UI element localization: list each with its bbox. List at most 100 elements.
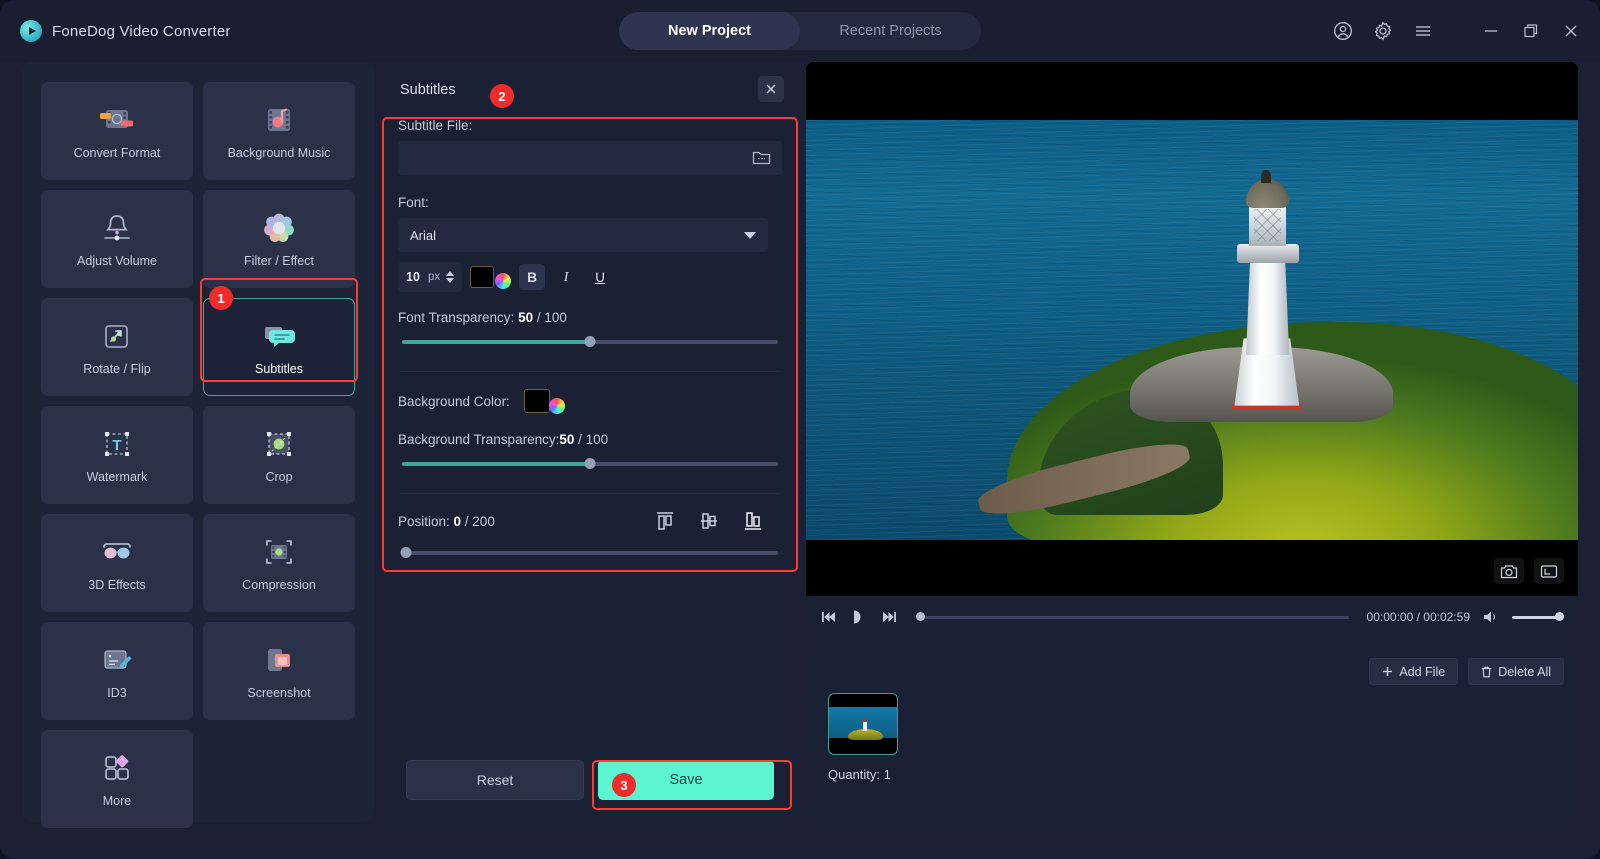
adjust-volume-icon [99, 211, 135, 245]
bold-button[interactable]: B [519, 264, 546, 290]
tab-recent-projects[interactable]: Recent Projects [800, 12, 981, 50]
filter-effect-icon [261, 211, 297, 245]
trash-icon [1481, 666, 1492, 678]
tool-label: Compression [242, 577, 316, 592]
font-color-swatch[interactable] [470, 266, 495, 288]
tool-3d-effects[interactable]: 3D Effects [41, 514, 193, 612]
delete-all-button[interactable]: Delete All [1468, 658, 1564, 685]
font-transparency-prefix: Font Transparency: [398, 310, 519, 325]
subtitles-panel: Subtitles 2 Subtitle File: Font: Arial 1… [382, 62, 798, 822]
skip-next-icon[interactable] [880, 608, 898, 626]
maximize-icon[interactable] [1520, 20, 1542, 42]
font-size-stepper[interactable]: 10 px [398, 262, 463, 292]
settings-gear-icon[interactable] [1372, 20, 1394, 42]
italic-button[interactable]: I [553, 264, 579, 290]
minimize-icon[interactable] [1480, 20, 1502, 42]
playback-progress-slider[interactable] [916, 612, 1349, 622]
time-separator: / [1413, 610, 1424, 624]
tool-filter-effect[interactable]: Filter / Effect [203, 190, 355, 288]
tool-convert-format[interactable]: Convert Format [41, 82, 193, 180]
lighthouse-lantern [1249, 204, 1287, 246]
account-icon[interactable] [1332, 20, 1354, 42]
tool-label: More [102, 793, 132, 808]
volume-icon[interactable] [1482, 608, 1500, 626]
thumbnail-lighthouse-dome [862, 718, 868, 722]
app-title: FoneDog Video Converter [52, 22, 231, 40]
tool-background-music[interactable]: Background Music [203, 82, 355, 180]
volume-slider[interactable] [1512, 612, 1564, 622]
slider-knob[interactable] [400, 547, 412, 558]
tool-crop[interactable]: Crop [203, 406, 355, 504]
align-top-icon[interactable] [650, 508, 680, 534]
tool-label: Background Music [227, 145, 331, 160]
progress-track [916, 616, 1349, 619]
panel-title: Subtitles [400, 82, 456, 98]
tool-subtitles[interactable]: Subtitles [203, 298, 355, 396]
close-icon[interactable] [758, 76, 784, 102]
position-slider[interactable] [400, 546, 778, 560]
slider-knob[interactable] [584, 458, 596, 469]
font-family-select[interactable]: Arial [398, 218, 768, 252]
tool-label: Watermark [86, 469, 148, 484]
window-controls [1332, 0, 1582, 62]
video-stage[interactable] [806, 62, 1578, 596]
step-badge-2: 2 [490, 84, 514, 108]
folder-open-icon[interactable] [752, 149, 772, 167]
section-divider [400, 493, 780, 494]
slider-track [402, 551, 778, 555]
tool-id3[interactable]: ID3 [41, 622, 193, 720]
align-bottom-icon[interactable] [738, 508, 768, 534]
align-middle-icon[interactable] [694, 508, 724, 534]
add-file-button[interactable]: Add File [1369, 658, 1459, 685]
video-thumbnail[interactable] [828, 693, 898, 755]
background-transparency-slider[interactable] [402, 457, 778, 471]
thumbnail-lighthouse [863, 720, 868, 732]
subtitle-file-input[interactable] [408, 150, 752, 166]
time-total: 00:02:59 [1423, 610, 1470, 624]
font-transparency-slider[interactable] [402, 335, 778, 349]
camera-icon[interactable] [1494, 558, 1524, 584]
lighthouse-gallery [1236, 243, 1299, 263]
close-icon[interactable] [1560, 20, 1582, 42]
color-picker-icon[interactable] [495, 273, 512, 289]
position-label: Position: 0 / 200 [398, 514, 495, 529]
step-badge-1: 1 [209, 286, 233, 310]
background-transparency-label: Background Transparency:50 / 100 [398, 432, 782, 447]
tool-rotate-flip[interactable]: Rotate / Flip [41, 298, 193, 396]
tool-adjust-volume[interactable]: Adjust Volume [41, 190, 193, 288]
spinner-up-down-icon[interactable] [446, 271, 455, 283]
play-icon[interactable] [850, 608, 868, 626]
tool-label: Filter / Effect [244, 253, 314, 268]
tool-screenshot[interactable]: Screenshot [203, 622, 355, 720]
volume-knob[interactable] [1555, 612, 1564, 621]
menu-hamburger-icon[interactable] [1412, 20, 1434, 42]
slider-knob[interactable] [584, 336, 596, 347]
background-color-label: Background Color: [398, 393, 510, 409]
video-frame [806, 120, 1578, 540]
tool-label: Crop [265, 469, 293, 484]
lighthouse-tower [1246, 254, 1290, 356]
background-transparency-value: 50 [559, 432, 575, 447]
color-picker-icon[interactable] [548, 398, 565, 414]
id3-icon [99, 643, 135, 677]
skip-previous-icon[interactable] [820, 608, 838, 626]
font-transparency-label: Font Transparency: 50 / 100 [398, 310, 782, 325]
subtitles-form: Subtitle File: Font: Arial 10 px B I U F… [384, 118, 796, 560]
background-color-swatch[interactable] [523, 389, 550, 413]
tool-more[interactable]: More [41, 730, 193, 828]
font-size-value: 10 [406, 270, 420, 284]
progress-knob[interactable] [916, 612, 925, 621]
fullscreen-icon[interactable] [1534, 558, 1564, 584]
reset-button[interactable]: Reset [406, 760, 584, 800]
tool-label: Adjust Volume [77, 253, 157, 268]
chevron-down-icon [744, 231, 756, 239]
letterbox-bottom [806, 540, 1578, 596]
tab-new-project[interactable]: New Project [619, 12, 800, 50]
tools-panel: Convert Format Background Music Adjust V… [22, 62, 374, 828]
tool-compression[interactable]: Compression [203, 514, 355, 612]
section-divider [400, 371, 780, 372]
more-icon [99, 751, 135, 785]
project-tabs: New Project Recent Projects [619, 12, 981, 50]
underline-button[interactable]: U [587, 264, 613, 290]
tool-watermark[interactable]: T Watermark [41, 406, 193, 504]
